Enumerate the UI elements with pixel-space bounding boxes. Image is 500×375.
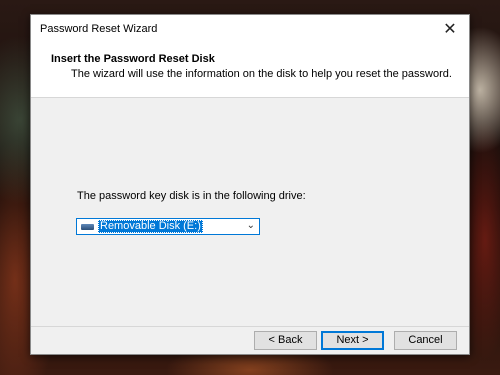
page-title: Insert the Password Reset Disk xyxy=(51,53,215,65)
wizard-content: The password key disk is in the followin… xyxy=(31,98,469,328)
wizard-header: Insert the Password Reset Disk The wizar… xyxy=(31,44,469,98)
title-bar[interactable]: Password Reset Wizard ✕ xyxy=(31,15,469,44)
drive-select[interactable]: Removable Disk (E:) ⌄ xyxy=(76,218,260,235)
drive-label: The password key disk is in the followin… xyxy=(77,190,306,202)
page-subtitle: The wizard will use the information on t… xyxy=(71,68,452,80)
chevron-down-icon[interactable]: ⌄ xyxy=(247,220,255,231)
next-button[interactable]: Next > xyxy=(321,331,384,350)
drive-select-value: Removable Disk (E:) xyxy=(98,220,203,233)
wizard-window: Password Reset Wizard ✕ Insert the Passw… xyxy=(30,14,470,355)
wizard-footer: < Back Next > Cancel xyxy=(31,326,469,354)
removable-disk-icon xyxy=(81,224,94,230)
cancel-button[interactable]: Cancel xyxy=(394,331,457,350)
back-button[interactable]: < Back xyxy=(254,331,317,350)
close-icon[interactable]: ✕ xyxy=(431,15,469,44)
window-title: Password Reset Wizard xyxy=(40,23,158,35)
